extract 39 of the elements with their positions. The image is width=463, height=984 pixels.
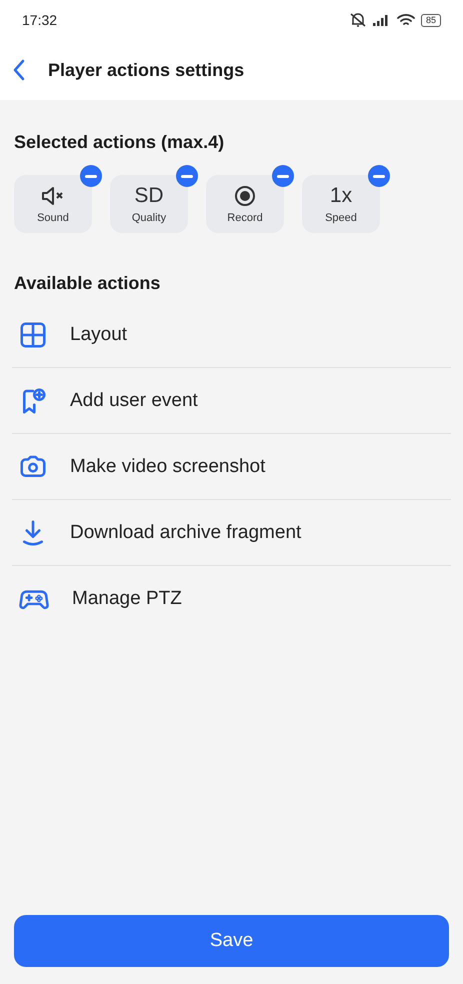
status-time: 17:32 [22, 12, 58, 28]
section-title: Available actions [13, 273, 162, 294]
action-glyph: 1x [330, 184, 352, 206]
minus-icon [181, 174, 193, 178]
action-label: Make video screenshot [70, 456, 266, 478]
action-label: Quality [132, 212, 166, 224]
remove-button[interactable] [272, 165, 294, 187]
remove-button[interactable] [176, 165, 198, 187]
remove-button[interactable] [368, 165, 390, 187]
action-label: Sound [37, 212, 69, 224]
selected-action[interactable]: 1x Speed [302, 175, 380, 233]
page-title: Player actions settings [48, 60, 244, 80]
section-title: Selected actions (max.4) [13, 132, 226, 153]
available-action[interactable]: Make video screenshot [12, 434, 451, 500]
minus-icon [277, 174, 289, 178]
action-label: Add user event [70, 390, 198, 412]
available-action[interactable]: Layout [12, 302, 451, 368]
save-button[interactable]: Save [14, 915, 449, 967]
action-label: Download archive fragment [70, 522, 302, 544]
remove-button[interactable] [80, 165, 102, 187]
selected-action[interactable]: Sound [14, 175, 92, 233]
grid-icon [18, 320, 48, 350]
minus-icon [373, 174, 385, 178]
available-action[interactable]: Manage PTZ [12, 566, 451, 631]
action-label: Speed [325, 212, 357, 224]
action-label: Layout [70, 324, 128, 346]
action-label: Record [227, 212, 263, 224]
selected-action[interactable]: SD Quality [110, 175, 188, 233]
battery-level: 85 [420, 14, 441, 26]
action-glyph: SD [134, 184, 164, 206]
action-label: Manage PTZ [72, 588, 182, 610]
selected-action[interactable]: Record [206, 175, 284, 233]
wifi-icon [396, 13, 415, 27]
minus-icon [85, 174, 97, 178]
available-action[interactable]: Add user event [12, 368, 451, 434]
record-icon [234, 184, 256, 206]
available-action[interactable]: Download archive fragment [12, 500, 451, 566]
bell-muted-icon [348, 12, 367, 28]
back-icon [12, 58, 26, 82]
